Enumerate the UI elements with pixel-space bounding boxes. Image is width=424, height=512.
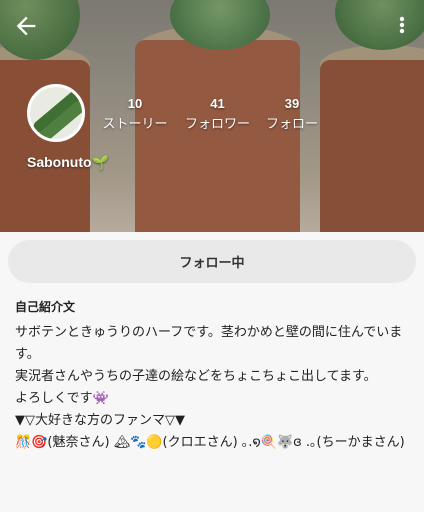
- username: Sabonuto🌱: [27, 154, 109, 170]
- followers-count: 41: [210, 96, 225, 111]
- profile-cover: 10 ストーリー 41 フォロワー 39 フォロー Sabonuto🌱: [0, 0, 424, 232]
- following-toggle-button[interactable]: フォロー中: [8, 240, 416, 283]
- bio-line: サボテンときゅうりのハーフです。茎わかめと壁の間に住んでいます。: [15, 325, 403, 362]
- stories-count: 10: [127, 96, 143, 111]
- stories-stat[interactable]: 10 ストーリー: [100, 96, 170, 132]
- more-options-button[interactable]: [392, 12, 412, 40]
- following-stat[interactable]: 39 フォロー: [262, 96, 322, 132]
- bio-line: 🎊🎯(魅奈さん) 🏔🐾🟡(クロエさん) ｡.໑🍭🐺ɞ .｡(ちーかまさん): [15, 435, 405, 450]
- bio-line: ▼▽大好きな方のファンマ▽▼: [15, 413, 185, 428]
- more-vertical-icon: [399, 16, 405, 34]
- followers-stat[interactable]: 41 フォロワー: [180, 96, 255, 132]
- following-label: フォロー: [265, 117, 318, 132]
- stories-label: ストーリー: [102, 117, 168, 132]
- bio-title: 自己紹介文: [15, 300, 76, 314]
- avatar[interactable]: [27, 84, 85, 142]
- following-count: 39: [284, 96, 300, 111]
- bio-text: サボテンときゅうりのハーフです。茎わかめと壁の間に住んでいます。 実況者さんやう…: [15, 322, 413, 454]
- arrow-left-icon: [16, 16, 36, 36]
- bio-line: よろしくです👾: [15, 391, 109, 406]
- bio-line: 実況者さんやうちの子達の絵などをちょこちょこ出してます。: [15, 369, 377, 384]
- back-button[interactable]: [12, 12, 40, 40]
- followers-label: フォロワー: [184, 117, 250, 132]
